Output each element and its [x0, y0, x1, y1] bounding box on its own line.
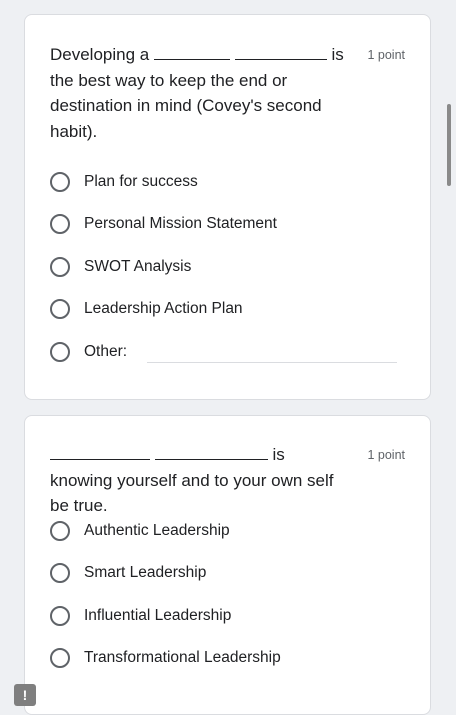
- option-label: Plan for success: [84, 173, 198, 190]
- option-authentic-leadership[interactable]: Authentic Leadership: [50, 519, 230, 543]
- option-label: Personal Mission Statement: [84, 215, 277, 232]
- option-label: Smart Leadership: [84, 564, 207, 581]
- blank-line: [50, 458, 150, 460]
- option-label: SWOT Analysis: [84, 258, 192, 275]
- option-influential-leadership[interactable]: Influential Leadership: [50, 604, 231, 628]
- option-plan-for-success[interactable]: Plan for success: [50, 170, 198, 194]
- radio-button[interactable]: [50, 214, 70, 234]
- question-text: is knowing yourself and to your own self…: [50, 442, 350, 519]
- radio-button[interactable]: [50, 563, 70, 583]
- radio-button[interactable]: [50, 172, 70, 192]
- option-label: Other:: [84, 343, 128, 360]
- points-label: 1 point: [367, 448, 405, 462]
- question-card-1: Developing a is the best way to keep the…: [24, 14, 431, 400]
- blank-line: [234, 58, 327, 60]
- radio-button[interactable]: [50, 606, 70, 626]
- option-smart-leadership[interactable]: Smart Leadership: [50, 561, 206, 585]
- option-label: Influential Leadership: [84, 607, 232, 624]
- other-text-input[interactable]: [147, 362, 397, 363]
- option-label: Transformational Leadership: [84, 649, 281, 666]
- option-transformational-leadership[interactable]: Transformational Leadership: [50, 646, 281, 670]
- question-text-start: Developing a: [50, 45, 150, 64]
- option-swot-analysis[interactable]: SWOT Analysis: [50, 255, 191, 279]
- radio-button[interactable]: [50, 648, 70, 668]
- blank-line: [153, 58, 230, 60]
- question-card-2: is knowing yourself and to your own self…: [24, 415, 431, 715]
- scrollbar-thumb[interactable]: [447, 104, 451, 186]
- option-other[interactable]: Other:: [50, 340, 127, 364]
- radio-button[interactable]: [50, 342, 70, 362]
- option-label: Authentic Leadership: [84, 522, 230, 539]
- option-personal-mission-statement[interactable]: Personal Mission Statement: [50, 212, 277, 236]
- points-label: 1 point: [367, 48, 405, 62]
- option-leadership-action-plan[interactable]: Leadership Action Plan: [50, 297, 243, 321]
- question-text: Developing a is the best way to keep the…: [50, 42, 350, 144]
- report-icon[interactable]: !: [14, 684, 36, 706]
- option-label: Leadership Action Plan: [84, 300, 243, 317]
- radio-button[interactable]: [50, 299, 70, 319]
- blank-line: [154, 458, 268, 460]
- radio-button[interactable]: [50, 257, 70, 277]
- question-text-end: is knowing yourself and to your own self…: [50, 445, 334, 515]
- radio-button[interactable]: [50, 521, 70, 541]
